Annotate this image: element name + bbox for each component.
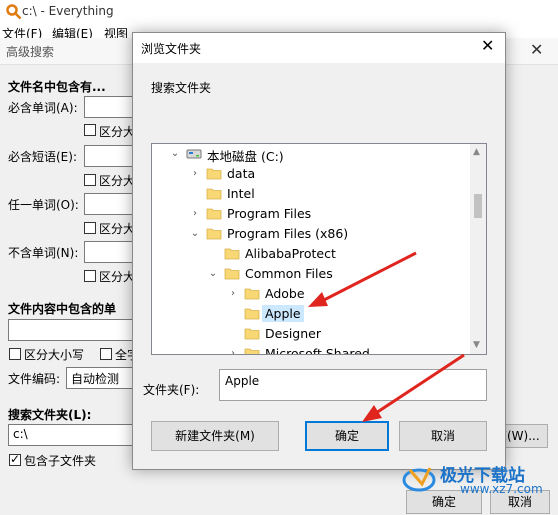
chevron-right-icon[interactable]: › xyxy=(190,209,200,219)
tree-item-label: Program Files (x86) xyxy=(227,226,349,241)
tree-item-microsoft-shared[interactable]: › Microsoft Shared xyxy=(152,344,470,355)
folder-icon xyxy=(244,288,260,300)
tree-item-label: Apple xyxy=(262,305,304,322)
browse-folder-dialog: 浏览文件夹 ✕ 搜索文件夹 ⌄ 本地磁盘 (C:) › data Intel ›… xyxy=(132,32,506,470)
tree-item-c-drive[interactable]: ⌄ 本地磁盘 (C:) xyxy=(152,144,470,165)
include-subfolders-checkbox[interactable] xyxy=(9,452,21,466)
tree-item-label: Microsoft Shared xyxy=(265,346,370,355)
encoding-value: 自动检测 xyxy=(71,372,120,386)
scroll-up-icon[interactable]: ▲ xyxy=(473,147,480,157)
must-words-label: 必含单词(A): xyxy=(8,101,78,115)
tree-item-label: Adobe xyxy=(265,286,305,301)
tree-item-program-files-x86[interactable]: ⌄ Program Files (x86) xyxy=(152,224,470,244)
chevron-right-icon[interactable]: › xyxy=(190,169,200,179)
content-input[interactable] xyxy=(8,319,144,341)
chevron-down-icon[interactable]: ⌄ xyxy=(190,229,200,239)
chevron-down-icon[interactable]: ⌄ xyxy=(170,149,180,159)
tree-item-common-files[interactable]: ⌄ Common Files xyxy=(152,264,470,284)
folder-icon xyxy=(244,308,260,320)
tree-item-label: Designer xyxy=(265,326,321,341)
folder-icon xyxy=(244,328,260,340)
any-word-label: 任一单词(O): xyxy=(8,198,79,212)
folder-icon xyxy=(224,248,240,260)
new-folder-button[interactable]: 新建文件夹(M) xyxy=(151,421,279,451)
chevron-right-icon[interactable]: › xyxy=(228,349,238,355)
folder-icon xyxy=(206,228,222,240)
drive-icon xyxy=(186,149,202,159)
tree-item-label: Program Files xyxy=(227,206,312,221)
must-phrase-label: 必含短语(E): xyxy=(8,150,77,164)
tree-item-label: data xyxy=(227,166,256,181)
include-subfolders-label: 包含子文件夹 xyxy=(24,454,97,468)
watermark-url: www.xz7.com xyxy=(460,482,543,496)
search-folder-input[interactable]: c:\ xyxy=(8,424,144,446)
dialog-title: 浏览文件夹 xyxy=(141,42,202,56)
encoding-label: 文件编码: xyxy=(8,372,61,386)
dialog-prompt: 搜索文件夹 xyxy=(151,81,212,95)
content-case-label: 区分大小写 xyxy=(24,348,85,362)
folder-icon xyxy=(244,348,260,354)
tree-item-alibabaprotect[interactable]: AlibabaProtect xyxy=(152,244,470,264)
tree-item-designer[interactable]: Designer xyxy=(152,324,470,344)
folder-icon xyxy=(206,168,222,180)
dialog-ok-button[interactable]: 确定 xyxy=(305,421,389,451)
tree-item-label: Common Files xyxy=(245,266,333,281)
tree-item-label: Intel xyxy=(227,186,255,201)
not-word-case-label: 区分大 xyxy=(99,270,136,284)
folder-icon xyxy=(206,188,222,200)
content-case-checkbox[interactable] xyxy=(9,348,21,360)
scrollbar-thumb[interactable] xyxy=(474,194,482,218)
advanced-close-icon[interactable]: ✕ xyxy=(530,40,543,59)
tree-item-program-files[interactable]: › Program Files xyxy=(152,204,470,224)
folder-name-value: Apple xyxy=(225,374,260,388)
name-section-heading: 文件名中包含有... xyxy=(8,80,106,94)
must-words-case-label: 区分大 xyxy=(99,125,136,139)
search-folder-value: c:\ xyxy=(13,427,28,441)
must-phrase-case-checkbox[interactable] xyxy=(84,174,96,186)
tree-item-label: AlibabaProtect xyxy=(245,246,336,261)
chevron-right-icon[interactable]: › xyxy=(228,289,238,299)
menu-view[interactable]: 视图 xyxy=(104,25,128,38)
tree-item-apple[interactable]: Apple xyxy=(152,304,470,324)
search-folder-label: 搜索文件夹(L): xyxy=(8,408,92,422)
tree-item-intel[interactable]: Intel xyxy=(152,184,470,204)
folder-field-label: 文件夹(F): xyxy=(143,383,200,397)
folder-tree[interactable]: ⌄ 本地磁盘 (C:) › data Intel › Program Files… xyxy=(151,143,487,355)
dialog-cancel-button[interactable]: 取消 xyxy=(399,421,487,451)
chevron-down-icon[interactable]: ⌄ xyxy=(208,269,218,279)
advanced-search-title: 高级搜索 xyxy=(6,45,55,59)
any-word-case-label: 区分大 xyxy=(99,222,136,236)
folder-icon xyxy=(224,268,240,280)
watermark-logo-icon xyxy=(402,467,436,492)
must-words-case-checkbox[interactable] xyxy=(84,124,96,136)
folder-icon xyxy=(206,208,222,220)
content-section-heading: 文件内容中包含的单 xyxy=(8,302,117,316)
not-word-label: 不含单词(N): xyxy=(8,246,79,260)
whole-word-checkbox[interactable] xyxy=(100,348,112,360)
everything-logo-icon xyxy=(6,4,22,20)
menu-file[interactable]: 文件(F) xyxy=(2,25,42,38)
any-word-case-checkbox[interactable] xyxy=(84,222,96,234)
tree-item-label: 本地磁盘 (C:) xyxy=(207,149,284,164)
tree-scrollbar[interactable]: ▲ ▼ xyxy=(470,144,486,354)
dialog-close-icon[interactable]: ✕ xyxy=(481,36,494,55)
not-word-case-checkbox[interactable] xyxy=(84,270,96,282)
must-phrase-case-label: 区分大 xyxy=(99,174,136,188)
tree-item-data[interactable]: › data xyxy=(152,164,470,184)
app-title: c:\ - Everything xyxy=(22,4,114,18)
folder-name-input[interactable]: Apple xyxy=(219,369,487,401)
tree-item-adobe[interactable]: › Adobe xyxy=(152,284,470,304)
menu-edit[interactable]: 编辑(E) xyxy=(52,25,93,38)
scroll-down-icon[interactable]: ▼ xyxy=(473,340,480,350)
